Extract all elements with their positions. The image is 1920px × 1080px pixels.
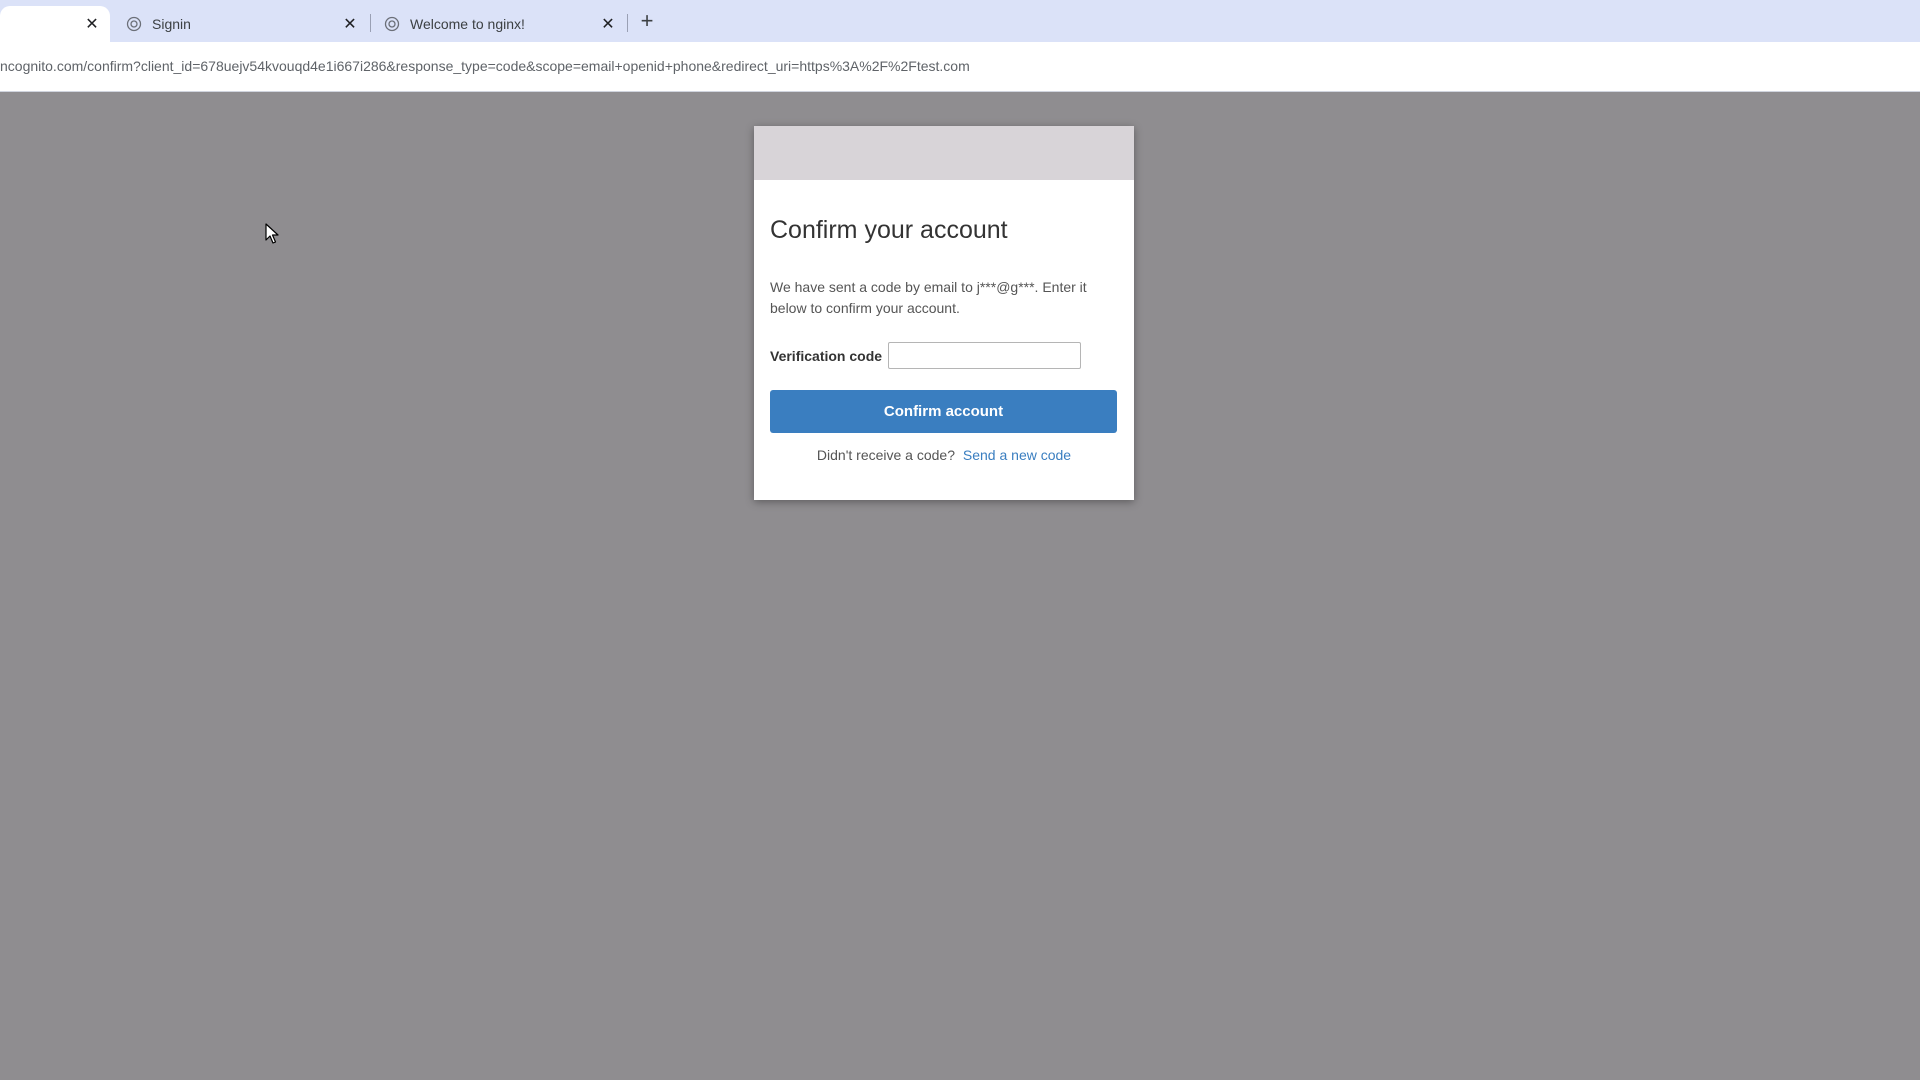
tab-title: Signin: [152, 16, 191, 32]
tab-title: Welcome to nginx!: [410, 16, 525, 32]
tab-separator: [627, 14, 628, 32]
confirm-account-button[interactable]: Confirm account: [770, 390, 1117, 433]
confirm-card: Confirm your account We have sent a code…: [754, 126, 1134, 500]
tab-signin[interactable]: Signin ✕: [110, 6, 368, 42]
page-title: Confirm your account: [770, 216, 1008, 244]
mouse-pointer-icon: [265, 223, 279, 245]
tab-active[interactable]: ✕: [0, 6, 110, 42]
confirm-message: We have sent a code by email to j***@g**…: [770, 279, 1087, 316]
resend-prompt: Didn't receive a code?: [816, 447, 955, 463]
url-text[interactable]: ncognito.com/confirm?client_id=678uejv54…: [0, 58, 970, 74]
globe-icon: [126, 16, 142, 32]
close-icon[interactable]: ✕: [598, 14, 618, 34]
card-banner: [754, 126, 1134, 180]
new-tab-button[interactable]: +: [636, 8, 658, 33]
page-viewport: Confirm your account We have sent a code…: [0, 92, 1920, 1080]
send-new-code-link[interactable]: Send a new code: [963, 447, 1071, 463]
close-icon[interactable]: ✕: [340, 14, 360, 34]
verification-code-input[interactable]: [888, 342, 1082, 369]
address-bar[interactable]: ncognito.com/confirm?client_id=678uejv54…: [0, 42, 1920, 92]
card-body: Confirm your account We have sent a code…: [754, 216, 1134, 463]
verification-code-label: Verification code: [770, 347, 883, 364]
tab-nginx[interactable]: Welcome to nginx! ✕: [368, 6, 626, 42]
close-icon[interactable]: ✕: [82, 14, 102, 34]
verification-field-row: Verification code: [770, 342, 1118, 369]
resend-row: Didn't receive a code? Send a new code: [770, 447, 1118, 463]
globe-icon: [384, 16, 400, 32]
tab-strip: ✕ Signin ✕ Welcome to nginx! ✕ +: [0, 0, 1920, 42]
